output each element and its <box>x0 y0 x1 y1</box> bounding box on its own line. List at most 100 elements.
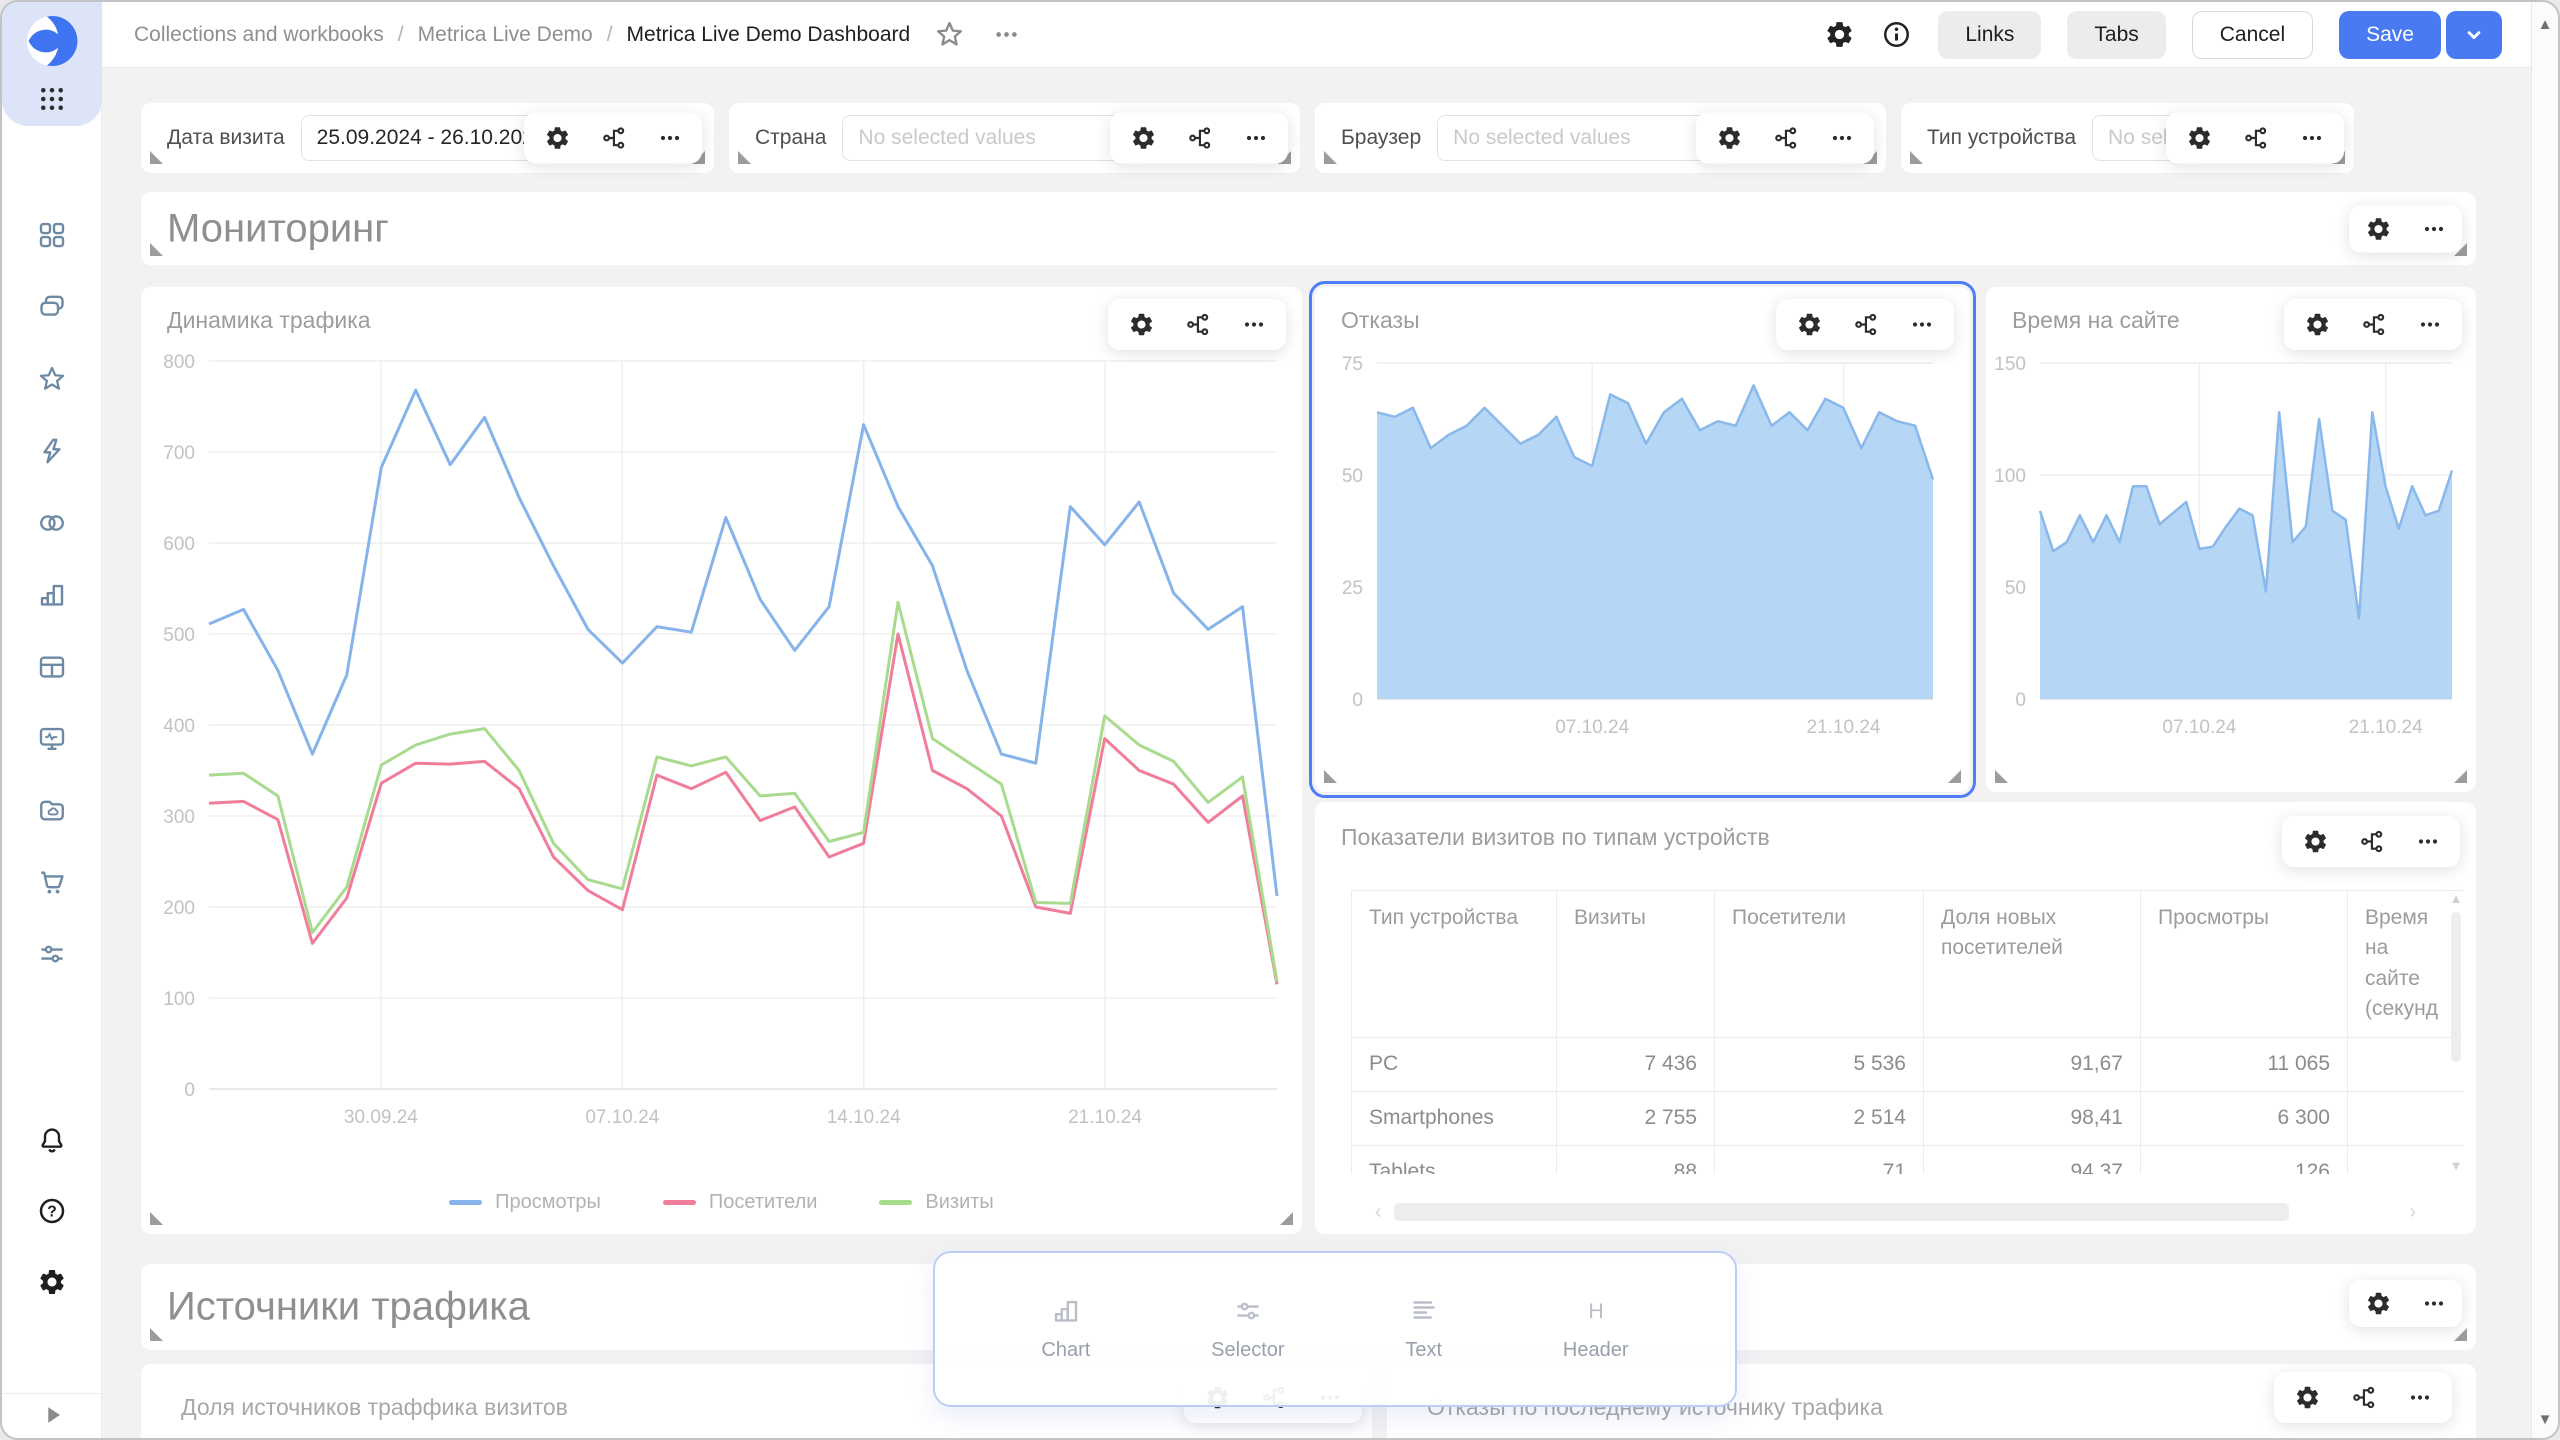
more-options-icon[interactable] <box>658 125 682 152</box>
gear-icon[interactable] <box>1128 311 1155 338</box>
gear-icon[interactable] <box>2365 215 2392 242</box>
sidebar-item-monitoring[interactable] <box>37 724 67 754</box>
widget-traffic-dynamics[interactable]: Динамика трафика 01002003004005006007008… <box>141 287 1302 1234</box>
widget-bounces[interactable]: Отказы 025507507.10.2421.10.24 <box>1315 287 1970 792</box>
more-options-icon[interactable] <box>1242 311 1266 338</box>
notifications-bell-icon[interactable] <box>37 1125 67 1155</box>
help-icon[interactable] <box>37 1196 67 1226</box>
relations-icon[interactable] <box>1185 311 1212 338</box>
resize-handle[interactable] <box>2454 1328 2467 1341</box>
cancel-button[interactable]: Cancel <box>2192 11 2313 59</box>
more-options-icon[interactable] <box>1830 125 1854 152</box>
resize-handle[interactable] <box>2454 770 2467 783</box>
scroll-left-icon[interactable]: ‹ <box>1375 1202 1382 1222</box>
gear-icon[interactable] <box>2302 828 2329 855</box>
info-icon[interactable] <box>1881 19 1912 50</box>
table-row[interactable]: PC7 4365 53691,6711 065 <box>1352 1037 2464 1091</box>
relations-icon[interactable] <box>1853 311 1880 338</box>
sidebar-item-tables[interactable] <box>37 652 67 682</box>
gear-icon[interactable] <box>1716 125 1743 152</box>
sidebar-item-dashboards[interactable] <box>37 220 67 250</box>
save-dropdown-button[interactable] <box>2446 11 2502 59</box>
datalens-logo[interactable] <box>26 15 78 67</box>
resize-handle[interactable] <box>1324 151 1337 164</box>
more-options-icon[interactable] <box>2300 125 2324 152</box>
toolbar-add-selector[interactable]: Selector <box>1211 1296 1284 1362</box>
resize-handle[interactable] <box>1948 770 1961 783</box>
sidebar-expand-icon[interactable] <box>37 1400 67 1430</box>
gear-icon[interactable] <box>544 125 571 152</box>
relations-icon[interactable] <box>1773 125 1800 152</box>
more-options-icon[interactable] <box>2422 215 2446 242</box>
table-vertical-scrollbar[interactable]: ▲ ▼ <box>2449 890 2463 1174</box>
sidebar-item-charts[interactable] <box>37 580 67 610</box>
gear-icon[interactable] <box>2294 1384 2321 1411</box>
resize-handle[interactable] <box>1280 1212 1293 1225</box>
section-monitoring[interactable]: Мониторинг <box>141 192 2476 265</box>
resize-handle[interactable] <box>150 1212 163 1225</box>
more-options-icon[interactable] <box>2416 828 2440 855</box>
sidebar-item-services[interactable] <box>37 939 67 969</box>
more-options-icon[interactable] <box>2422 1290 2446 1317</box>
scroll-down-icon[interactable]: ▼ <box>2449 1159 2463 1172</box>
table-column-header[interactable]: Время на сайте (секунд <box>2348 891 2464 1038</box>
legend-item[interactable]: Визиты <box>879 1191 993 1214</box>
scroll-right-icon[interactable]: › <box>2409 1202 2416 1222</box>
save-button[interactable]: Save <box>2339 11 2441 59</box>
dashboard-settings-gear-icon[interactable] <box>1824 19 1855 50</box>
sidebar-item-apps-grid[interactable] <box>37 84 67 114</box>
more-options-icon[interactable] <box>1910 311 1934 338</box>
resize-handle[interactable] <box>150 151 163 164</box>
gear-icon[interactable] <box>1796 311 1823 338</box>
sidebar-item-collections[interactable] <box>37 292 67 322</box>
toolbar-add-text[interactable]: Text <box>1405 1296 1442 1362</box>
gear-icon[interactable] <box>1130 125 1157 152</box>
table-row[interactable]: Tablets887194,37126 <box>1352 1145 2464 1174</box>
table-column-header[interactable]: Посетители <box>1715 891 1924 1038</box>
more-options-icon[interactable] <box>993 19 1020 50</box>
page-scrollbar[interactable]: ▲ ▼ <box>2531 2 2558 1440</box>
gear-icon[interactable] <box>2365 1290 2392 1317</box>
favorite-star-icon[interactable] <box>934 19 965 50</box>
table-row[interactable]: Smartphones2 7552 51498,416 300 <box>1352 1091 2464 1145</box>
resize-handle[interactable] <box>150 1328 163 1341</box>
more-options-icon[interactable] <box>2418 311 2442 338</box>
sidebar-item-favorites[interactable] <box>37 364 67 394</box>
breadcrumb-workbook[interactable]: Metrica Live Demo <box>418 23 593 47</box>
widget-time-on-site[interactable]: Время на сайте 05010015007.10.2421.10.24 <box>1986 287 2476 792</box>
table-column-header[interactable]: Визиты <box>1557 891 1715 1038</box>
breadcrumb-collections[interactable]: Collections and workbooks <box>134 23 384 47</box>
relations-icon[interactable] <box>2243 125 2270 152</box>
scroll-up-icon[interactable]: ▲ <box>2449 892 2463 905</box>
gear-icon[interactable] <box>2186 125 2213 152</box>
resize-handle[interactable] <box>1324 770 1337 783</box>
settings-gear-icon[interactable] <box>37 1267 67 1297</box>
relations-icon[interactable] <box>601 125 628 152</box>
legend-item[interactable]: Посетители <box>663 1191 818 1214</box>
table-column-header[interactable]: Тип устройства <box>1352 891 1557 1038</box>
toolbar-add-header[interactable]: Header <box>1563 1296 1629 1362</box>
resize-handle[interactable] <box>150 243 163 256</box>
sidebar-item-quick-actions[interactable] <box>37 436 67 466</box>
tabs-button[interactable]: Tabs <box>2067 11 2165 59</box>
relations-icon[interactable] <box>2351 1384 2378 1411</box>
scroll-up-icon[interactable]: ▲ <box>2532 16 2558 33</box>
relations-icon[interactable] <box>1187 125 1214 152</box>
legend-item[interactable]: Просмотры <box>449 1191 601 1214</box>
toolbar-add-chart[interactable]: Chart <box>1041 1296 1090 1362</box>
links-button[interactable]: Links <box>1938 11 2041 59</box>
scroll-down-icon[interactable]: ▼ <box>2532 1411 2558 1428</box>
resize-handle[interactable] <box>1995 770 2008 783</box>
sidebar-item-marketplace[interactable] <box>37 867 67 897</box>
table-horizontal-scrollbar[interactable]: ‹ › <box>1375 1202 2416 1222</box>
relations-icon[interactable] <box>2361 311 2388 338</box>
sidebar-item-connections[interactable] <box>37 508 67 538</box>
more-options-icon[interactable] <box>2408 1384 2432 1411</box>
gear-icon[interactable] <box>2304 311 2331 338</box>
table-column-header[interactable]: Доля новых посетителей <box>1924 891 2141 1038</box>
widget-device-table[interactable]: Показатели визитов по типам устройств Ти… <box>1315 802 2476 1234</box>
resize-handle[interactable] <box>1910 151 1923 164</box>
table-column-header[interactable]: Просмотры <box>2141 891 2348 1038</box>
horizontal-scroll-thumb[interactable] <box>1394 1203 2289 1221</box>
more-options-icon[interactable] <box>1244 125 1268 152</box>
